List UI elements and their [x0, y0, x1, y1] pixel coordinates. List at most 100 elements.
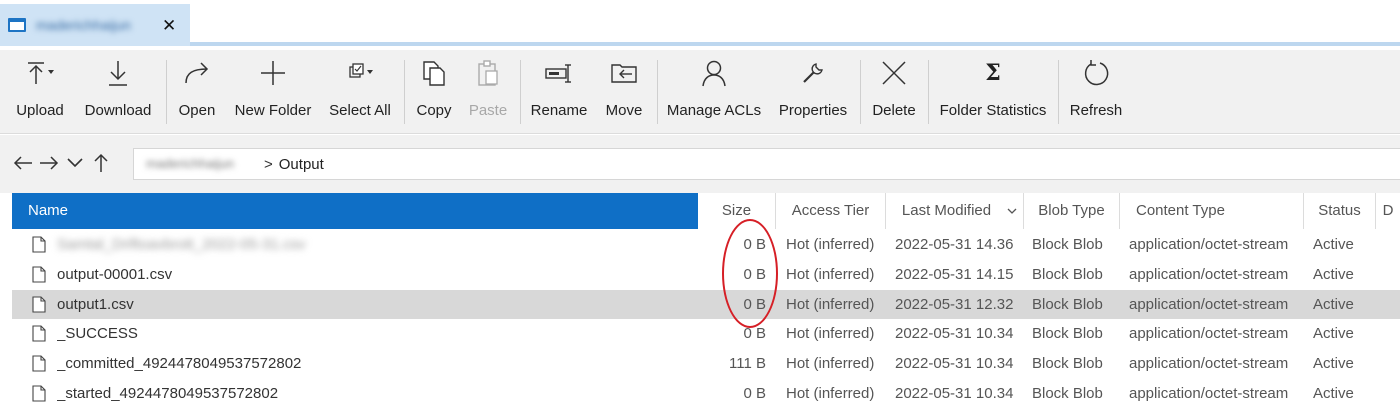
toolbar-separator	[928, 60, 929, 124]
cell-content-type: application/octet-stream	[1129, 325, 1289, 343]
breadcrumb-separator: >	[264, 155, 273, 173]
plus-icon	[261, 61, 285, 85]
move-button[interactable]: Move	[602, 50, 646, 134]
tab-storage-account[interactable]: maderichhaijun ✕	[0, 4, 190, 46]
cell-size: 0 B	[743, 295, 766, 313]
open-label: Open	[178, 102, 216, 119]
column-header-name[interactable]: Name	[12, 193, 698, 229]
cell-last-modified: 2022-05-31 12.32	[895, 295, 1014, 313]
toolbar-separator	[404, 60, 405, 124]
cell-name: _SUCCESS	[57, 325, 138, 343]
copy-label: Copy	[416, 102, 452, 119]
column-header-extra[interactable]: D	[1375, 193, 1400, 229]
folder-statistics-button[interactable]: Σ Folder Statistics	[938, 50, 1048, 134]
table-row[interactable]: Samtal_Driftoavbrott_2022-05-31.csv 0 B …	[12, 230, 1400, 260]
column-header-access-tier[interactable]: Access Tier	[775, 193, 885, 229]
forward-button[interactable]	[38, 152, 60, 174]
column-header-last-modified-label: Last Modified	[901, 202, 992, 219]
paste-label: Paste	[468, 102, 508, 119]
cell-size: 0 B	[743, 236, 766, 253]
cell-name: _committed_4924478049537572802	[57, 355, 302, 373]
open-arrow-icon	[185, 62, 209, 84]
cell-name: Samtal_Driftoavbrott_2022-05-31.csv	[57, 236, 306, 253]
cell-access-tier: Hot (inferred)	[786, 355, 875, 373]
cell-access-tier: Hot (inferred)	[786, 325, 875, 343]
cell-size: 0 B	[743, 265, 766, 283]
tab-strip: maderichhaijun ✕	[0, 0, 1400, 46]
arrow-up-icon	[94, 153, 108, 172]
paste-button[interactable]: Paste	[467, 50, 509, 134]
file-icon	[32, 355, 46, 372]
recent-locations-button[interactable]	[64, 152, 86, 174]
table-header: Name Size Access Tier Last Modified Blob…	[12, 193, 1400, 229]
column-header-last-modified[interactable]: Last Modified	[885, 193, 1023, 229]
cell-content-type: application/octet-stream	[1129, 265, 1289, 283]
cell-access-tier: Hot (inferred)	[786, 236, 875, 253]
refresh-label: Refresh	[1069, 102, 1123, 119]
properties-button[interactable]: Properties	[776, 50, 850, 134]
sigma-icon: Σ	[985, 60, 1001, 86]
file-icon	[32, 266, 46, 283]
column-header-blob-type[interactable]: Blob Type	[1023, 193, 1119, 229]
cell-status: Active	[1313, 236, 1354, 253]
rename-label: Rename	[530, 102, 588, 119]
cell-blob-type: Block Blob	[1032, 265, 1103, 283]
rename-button[interactable]: Rename	[530, 50, 588, 134]
table-row[interactable]: _started_4924478049537572802 0 B Hot (in…	[12, 379, 1400, 409]
column-header-status[interactable]: Status	[1303, 193, 1375, 229]
download-icon	[109, 61, 127, 86]
cell-blob-type: Block Blob	[1032, 295, 1103, 313]
window-icon	[8, 18, 26, 32]
select-all-button[interactable]: Select All	[328, 50, 392, 134]
select-all-label: Select All	[329, 102, 391, 119]
cell-size: 111 B	[729, 355, 766, 373]
table-row[interactable]: output-00001.csv 0 B Hot (inferred) 2022…	[12, 260, 1400, 290]
navigation-bar: maderichhaijun > Output	[0, 135, 1400, 193]
cell-last-modified: 2022-05-31 10.34	[895, 325, 1014, 343]
up-button[interactable]	[90, 152, 112, 174]
breadcrumb-container[interactable]: maderichhaijun	[146, 156, 256, 172]
cell-size: 0 B	[743, 325, 766, 343]
refresh-icon	[1084, 60, 1109, 86]
open-button[interactable]: Open	[176, 50, 218, 134]
manage-acls-button[interactable]: Manage ACLs	[666, 50, 762, 134]
rename-icon	[545, 64, 571, 83]
address-bar[interactable]: maderichhaijun > Output	[133, 148, 1400, 180]
breadcrumb-current-folder[interactable]: Output	[279, 156, 324, 173]
refresh-button[interactable]: Refresh	[1068, 50, 1124, 134]
user-icon	[702, 60, 726, 87]
close-icon[interactable]: ✕	[162, 16, 176, 36]
table-row[interactable]: _SUCCESS 0 B Hot (inferred) 2022-05-31 1…	[12, 319, 1400, 349]
column-header-content-type[interactable]: Content Type	[1119, 193, 1303, 229]
cell-content-type: application/octet-stream	[1129, 384, 1289, 402]
cell-blob-type: Block Blob	[1032, 236, 1103, 253]
chevron-down-icon	[67, 158, 83, 168]
table-row-selected[interactable]: output1.csv 0 B Hot (inferred) 2022-05-3…	[12, 289, 1400, 320]
file-icon	[32, 296, 46, 313]
table-row[interactable]: _committed_4924478049537572802 111 B Hot…	[12, 349, 1400, 379]
upload-icon	[28, 62, 54, 84]
cell-access-tier: Hot (inferred)	[786, 384, 875, 402]
cell-content-type: application/octet-stream	[1129, 355, 1289, 373]
cell-status: Active	[1313, 265, 1354, 283]
delete-button[interactable]: Delete	[870, 50, 918, 134]
cell-status: Active	[1313, 384, 1354, 402]
wrench-icon	[803, 63, 823, 83]
toolbar: Upload Download Open New Folder Select A…	[0, 50, 1400, 134]
cell-status: Active	[1313, 325, 1354, 343]
folder-statistics-label: Folder Statistics	[939, 102, 1047, 119]
back-button[interactable]	[12, 152, 34, 174]
cell-name: _started_4924478049537572802	[57, 384, 279, 402]
copy-button[interactable]: Copy	[413, 50, 455, 134]
download-label: Download	[84, 102, 152, 119]
file-icon	[32, 325, 46, 342]
cell-status: Active	[1313, 295, 1354, 313]
new-folder-button[interactable]: New Folder	[232, 50, 314, 134]
blob-table: Name Size Access Tier Last Modified Blob…	[0, 193, 1400, 412]
cell-access-tier: Hot (inferred)	[786, 295, 875, 313]
column-header-size[interactable]: Size	[698, 193, 775, 229]
copy-icon	[423, 61, 445, 86]
cell-name: output1.csv	[57, 295, 134, 313]
download-button[interactable]: Download	[82, 50, 154, 134]
upload-button[interactable]: Upload	[12, 50, 68, 134]
